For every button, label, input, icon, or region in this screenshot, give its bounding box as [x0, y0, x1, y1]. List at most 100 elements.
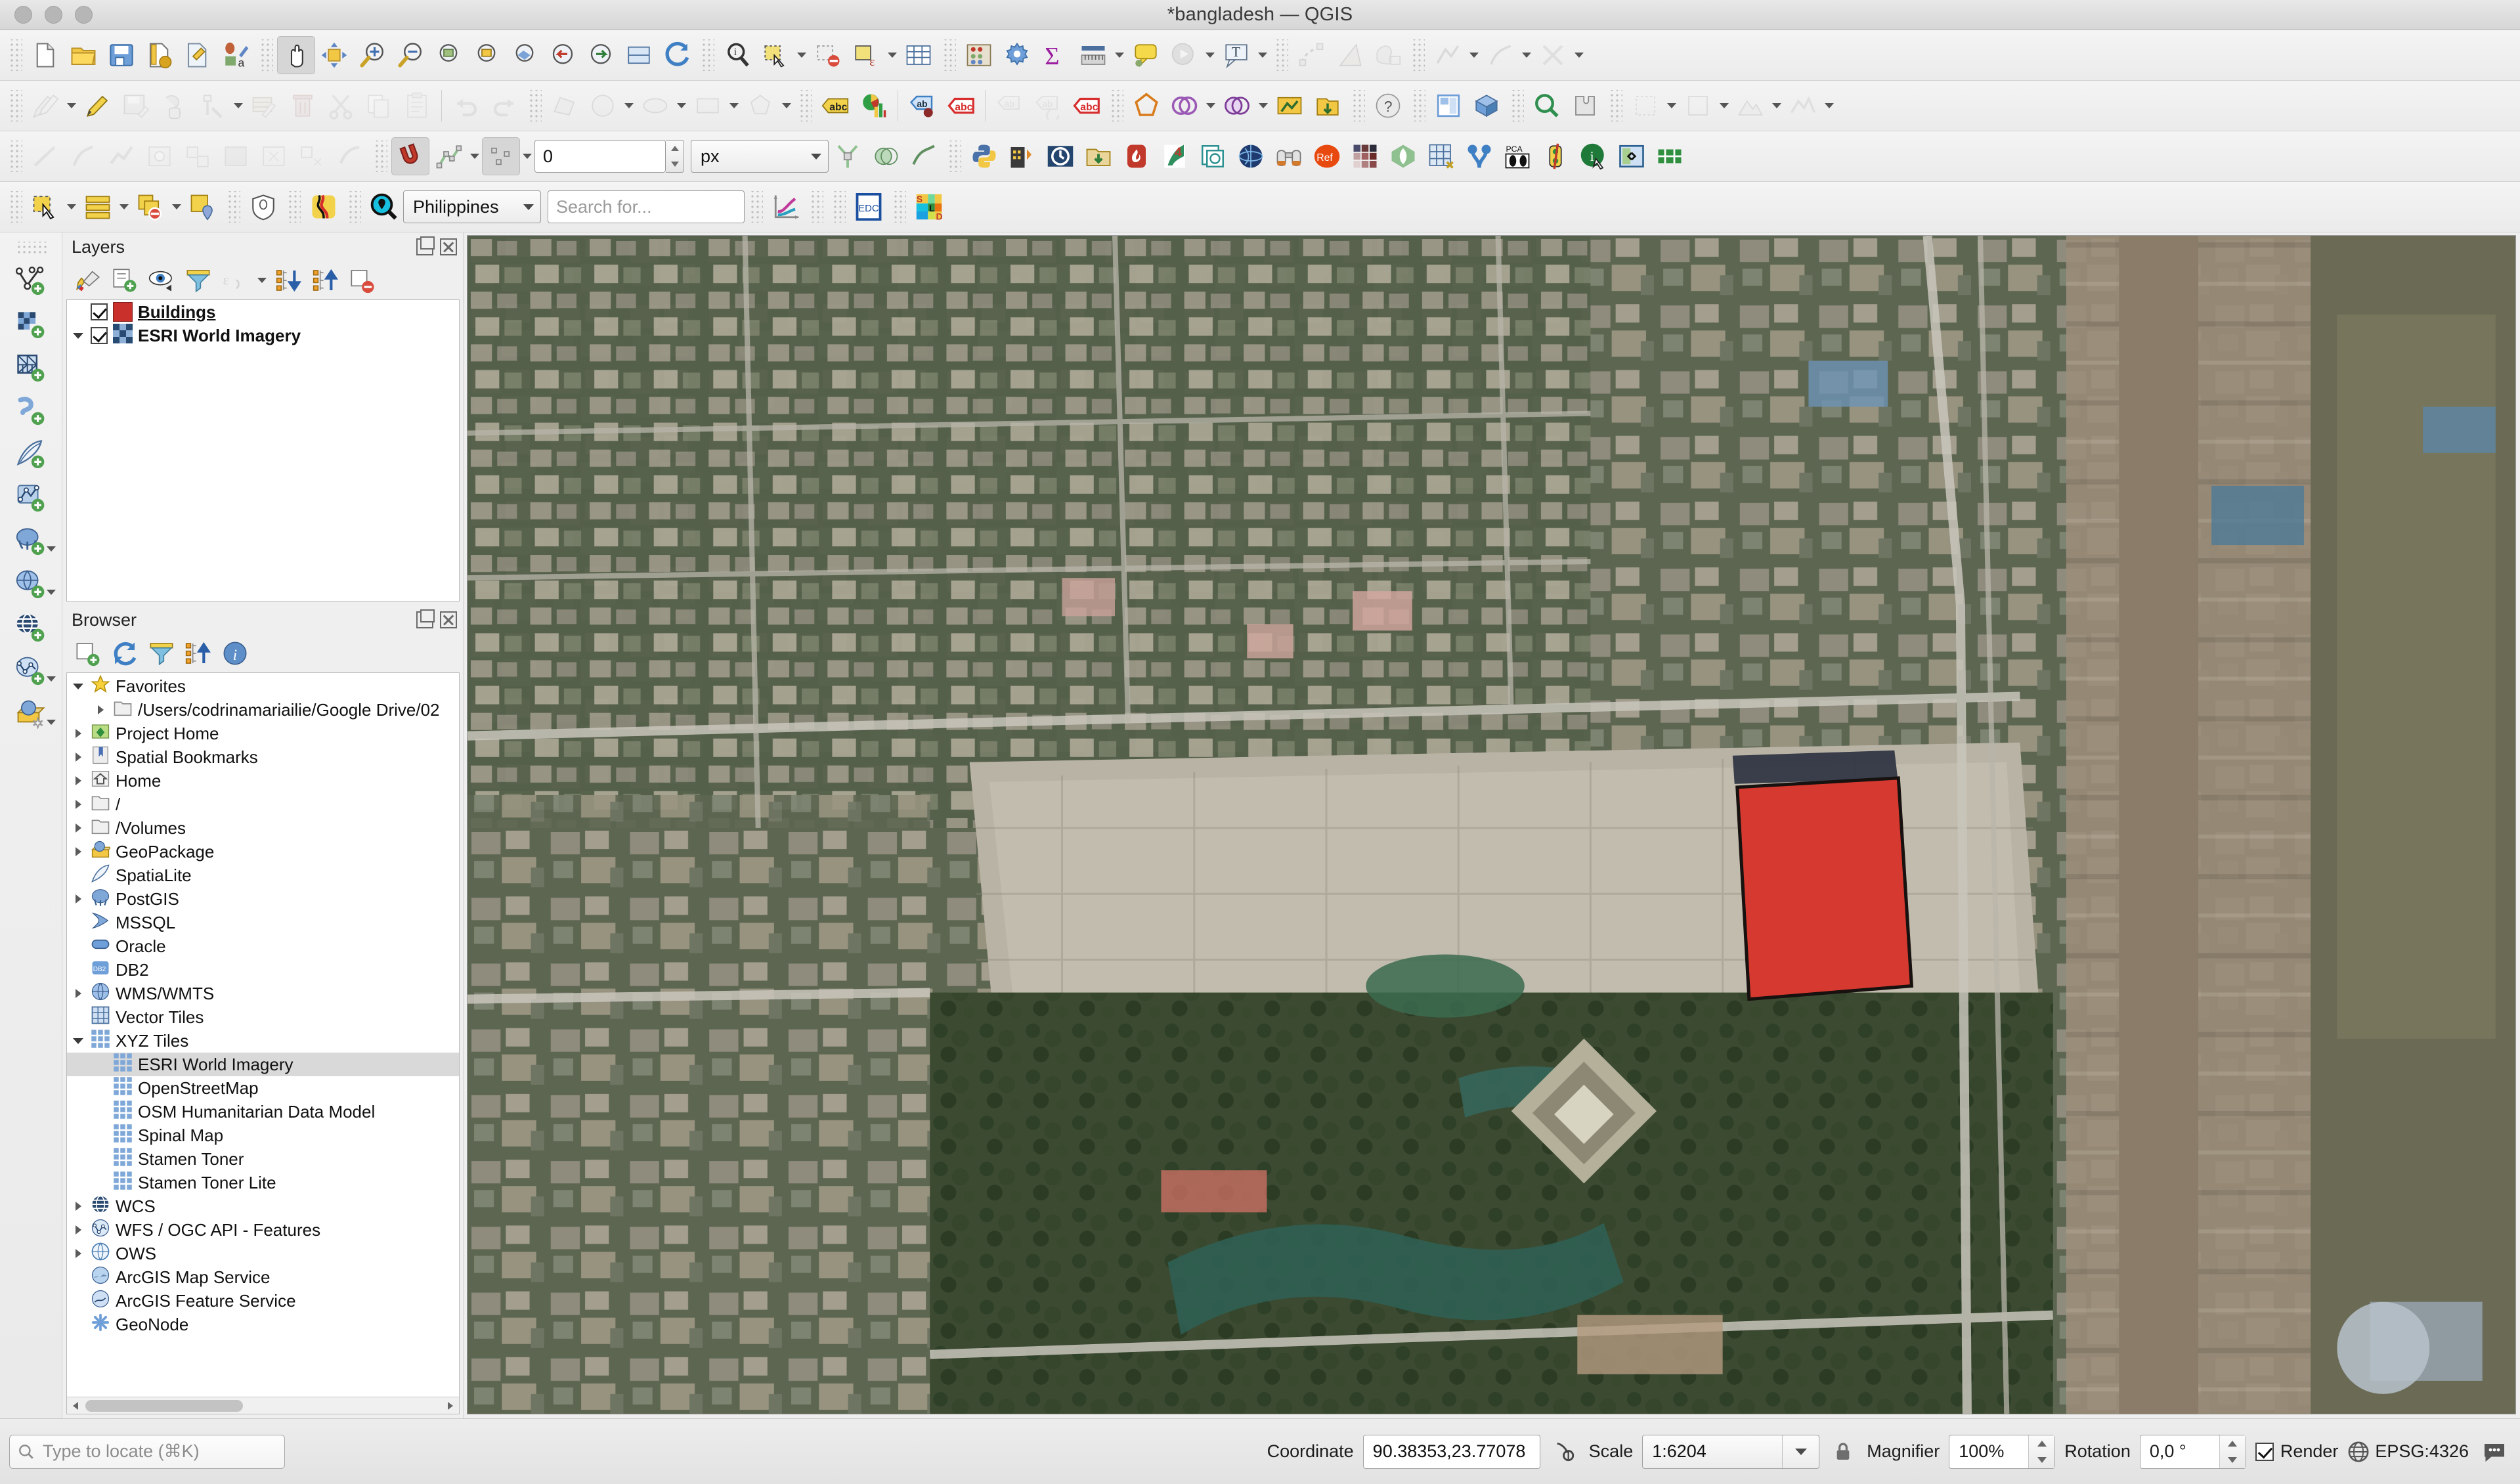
layer-visibility-checkbox[interactable]	[91, 303, 108, 320]
collapse-all-icon[interactable]	[182, 637, 215, 670]
expand-arrow-icon[interactable]	[71, 1034, 85, 1048]
browser-item[interactable]: MSSQL	[67, 911, 459, 934]
vector-geometry-button[interactable]	[1127, 87, 1165, 125]
toolbar-grip[interactable]	[8, 191, 22, 223]
plugin-shield-button[interactable]	[244, 188, 282, 226]
mesh-layer-button[interactable]	[1626, 87, 1664, 125]
toolbar-grip[interactable]	[527, 90, 542, 121]
trim-extend-button[interactable]	[26, 137, 64, 175]
plugin-ref-button[interactable]: Ref	[1308, 137, 1346, 175]
browser-item[interactable]: GeoNode	[67, 1313, 459, 1336]
collapse-arrow-icon[interactable]	[71, 750, 85, 764]
plugin-globe-button[interactable]	[1232, 137, 1270, 175]
browser-item[interactable]: Spatial Bookmarks	[67, 745, 459, 769]
add-spatialite-layer-button[interactable]	[7, 433, 54, 474]
terrain-dropdown[interactable]	[1770, 87, 1784, 125]
toolbar-grip[interactable]	[1608, 90, 1622, 121]
add-part-button[interactable]	[179, 137, 217, 175]
add-ring-button[interactable]	[141, 137, 179, 175]
split-features-button[interactable]	[1534, 36, 1572, 74]
simplify-button[interactable]	[102, 137, 141, 175]
browser-item[interactable]: /Users/codrinamariailie/Google Drive/02	[67, 698, 459, 722]
terrain-button[interactable]	[1731, 87, 1770, 125]
label-abc-button[interactable]: abc	[816, 87, 854, 125]
toolbar-grip[interactable]	[749, 191, 763, 223]
browser-item[interactable]: Vector Tiles	[67, 1005, 459, 1029]
add-mesh-layer-button[interactable]	[7, 347, 54, 387]
split-dropdown[interactable]	[1572, 36, 1586, 74]
add-raster-layer-button[interactable]	[7, 303, 54, 344]
expand-arrow-icon[interactable]	[71, 679, 85, 693]
collapse-arrow-icon[interactable]	[71, 1246, 85, 1261]
plugin-grid-button[interactable]	[1422, 137, 1460, 175]
toolbar-grip[interactable]	[373, 141, 387, 172]
style-manager-button[interactable]	[179, 36, 217, 74]
move-feature-button[interactable]	[1368, 36, 1406, 74]
buildings-feature-polygon[interactable]	[1735, 776, 1914, 1001]
toolbar-grip[interactable]	[226, 191, 240, 223]
collapse-arrow-icon[interactable]	[71, 844, 85, 859]
map-canvas[interactable]	[467, 235, 2516, 1414]
browser-item[interactable]: DB2 DB2	[67, 958, 459, 982]
add-feature-button[interactable]	[155, 87, 193, 125]
find-plugins-button[interactable]	[1528, 87, 1566, 125]
scrollbar-thumb[interactable]	[85, 1399, 243, 1412]
collapse-arrow-icon[interactable]	[71, 892, 85, 906]
browser-item[interactable]: ArcGIS Map Service	[67, 1265, 459, 1289]
magnifier-spinner-arrows[interactable]	[2028, 1435, 2055, 1468]
layers-tree[interactable]: Buildings ESRI World Imagery	[66, 299, 460, 601]
analysis-tools-button[interactable]	[1165, 87, 1204, 125]
toolbar-grip[interactable]	[1351, 90, 1365, 121]
browser-item[interactable]: OSM Humanitarian Data Model	[67, 1100, 459, 1124]
cut-features-button[interactable]	[322, 87, 360, 125]
topological-editing-button[interactable]	[829, 137, 867, 175]
select-all-button[interactable]	[79, 188, 117, 226]
add-geonode-layer-button[interactable]	[7, 693, 56, 734]
reshape-features-button[interactable]	[1481, 36, 1519, 74]
plugin-network-button[interactable]	[1460, 137, 1498, 175]
scroll-left-arrow-icon[interactable]	[67, 1398, 84, 1414]
toggle-extents-icon[interactable]	[1550, 1441, 1580, 1463]
layers-panel-close-button[interactable]	[440, 238, 457, 255]
open-attribute-table-button[interactable]	[900, 36, 938, 74]
avoid-overlap-button[interactable]	[867, 137, 905, 175]
offset-curve-button[interactable]	[64, 137, 102, 175]
plugin-chart-button[interactable]	[767, 188, 805, 226]
toolbar-grip[interactable]	[892, 191, 906, 223]
browser-item[interactable]: WFS / OGC API - Features	[67, 1218, 459, 1242]
browser-panel-float-button[interactable]	[416, 609, 435, 628]
overlay-dropdown[interactable]	[1256, 87, 1271, 125]
zoom-to-selection-button[interactable]	[467, 36, 506, 74]
move-label-button[interactable]: ab	[991, 87, 1029, 125]
add-postgis-layer-button[interactable]	[7, 520, 56, 561]
node-tool-button[interactable]	[1292, 36, 1330, 74]
data-management-button[interactable]	[1309, 87, 1347, 125]
browser-item[interactable]: WCS	[67, 1194, 459, 1218]
plugin-firemap-button[interactable]	[1118, 137, 1156, 175]
vertex-dropdown[interactable]	[1467, 36, 1481, 74]
plugin-manager-button[interactable]	[1566, 87, 1604, 125]
profile-dropdown[interactable]	[1822, 87, 1836, 125]
deselect-all-dropdown[interactable]	[169, 188, 184, 226]
rotation-spinner-arrows[interactable]	[2219, 1435, 2246, 1468]
crs-selector[interactable]: EPSG:4326	[2347, 1441, 2469, 1463]
analysis-dropdown[interactable]	[1204, 87, 1218, 125]
undo-button[interactable]	[447, 87, 485, 125]
browser-item[interactable]: Favorites	[67, 674, 459, 698]
snapping-type-dropdown[interactable]	[520, 137, 534, 175]
delete-ring-button[interactable]	[255, 137, 293, 175]
layers-panel-float-button[interactable]	[416, 236, 435, 255]
browser-horizontal-scrollbar[interactable]	[67, 1397, 459, 1414]
chevron-down-icon[interactable]	[1782, 1435, 1819, 1468]
zoom-last-button[interactable]	[544, 36, 582, 74]
zoom-next-button[interactable]	[582, 36, 620, 74]
save-layer-edits-button[interactable]	[117, 87, 155, 125]
zoom-out-button[interactable]	[391, 36, 429, 74]
select-features-button[interactable]	[756, 36, 794, 74]
country-select[interactable]: Philippines	[403, 190, 541, 223]
plugin-qgis4-button[interactable]: 4	[1156, 137, 1194, 175]
properties-icon[interactable]: i	[219, 637, 251, 670]
profile-button[interactable]	[1784, 87, 1822, 125]
current-edits-dropdown[interactable]	[64, 87, 79, 125]
collapse-arrow-icon[interactable]	[71, 821, 85, 835]
